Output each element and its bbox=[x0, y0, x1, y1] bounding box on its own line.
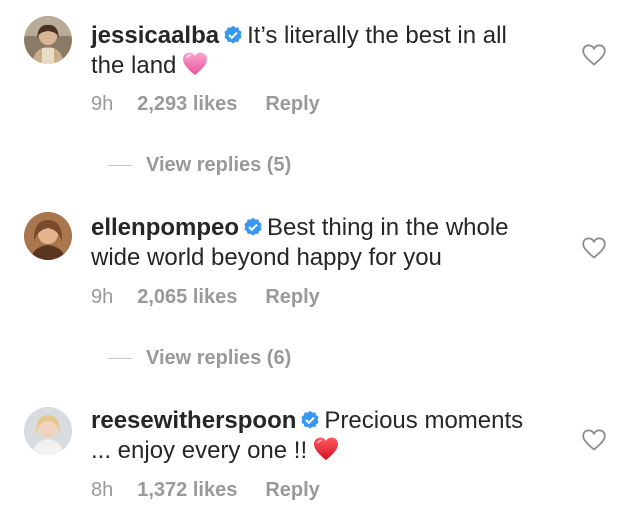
comment-text: ellenpompeo Best thing in the whole wide … bbox=[91, 213, 546, 273]
view-replies-label: View replies (5) bbox=[146, 154, 292, 176]
reply-button[interactable]: Reply bbox=[265, 478, 319, 502]
username[interactable]: ellenpompeo bbox=[91, 214, 239, 241]
reply-button[interactable]: Reply bbox=[265, 92, 319, 116]
like-heart-icon[interactable] bbox=[582, 237, 606, 259]
divider-line bbox=[108, 358, 132, 360]
reply-button[interactable]: Reply bbox=[265, 285, 319, 309]
avatar[interactable] bbox=[24, 16, 72, 64]
divider-line bbox=[108, 165, 132, 167]
comment-text: jessicaalba It’s literally the best in al… bbox=[91, 21, 546, 81]
view-replies-label: View replies (6) bbox=[146, 347, 292, 369]
comment-time: 9h bbox=[91, 93, 114, 115]
username[interactable]: jessicaalba bbox=[91, 22, 219, 49]
avatar[interactable] bbox=[24, 212, 72, 260]
comment-time: 9h bbox=[91, 286, 114, 308]
comment-time: 8h bbox=[91, 479, 114, 501]
verified-badge-icon bbox=[300, 410, 320, 430]
comment-meta: 9h 2,293 likes Reply bbox=[91, 92, 320, 116]
like-heart-icon[interactable] bbox=[582, 44, 606, 66]
username[interactable]: reesewitherspoon bbox=[91, 407, 296, 434]
verified-badge-icon bbox=[243, 217, 263, 237]
red-heart-emoji bbox=[313, 436, 339, 462]
view-replies-button[interactable]: View replies (6) bbox=[108, 346, 291, 370]
view-replies-button[interactable]: View replies (5) bbox=[108, 153, 291, 177]
like-heart-icon[interactable] bbox=[582, 429, 606, 451]
comments-list: jessicaalba It’s literally the best in al… bbox=[0, 0, 640, 521]
comment-likes[interactable]: 2,293 likes bbox=[137, 92, 237, 116]
comment-meta: 9h 2,065 likes Reply bbox=[91, 285, 320, 309]
comment-meta: 8h 1,372 likes Reply bbox=[91, 478, 320, 502]
verified-badge-icon bbox=[223, 25, 243, 45]
pink-heart-emoji bbox=[182, 51, 208, 77]
comment-text: reesewitherspoon Precious moments ... enj… bbox=[91, 406, 546, 466]
comment-likes[interactable]: 1,372 likes bbox=[137, 478, 237, 502]
comment-likes[interactable]: 2,065 likes bbox=[137, 285, 237, 309]
avatar[interactable] bbox=[24, 407, 72, 455]
